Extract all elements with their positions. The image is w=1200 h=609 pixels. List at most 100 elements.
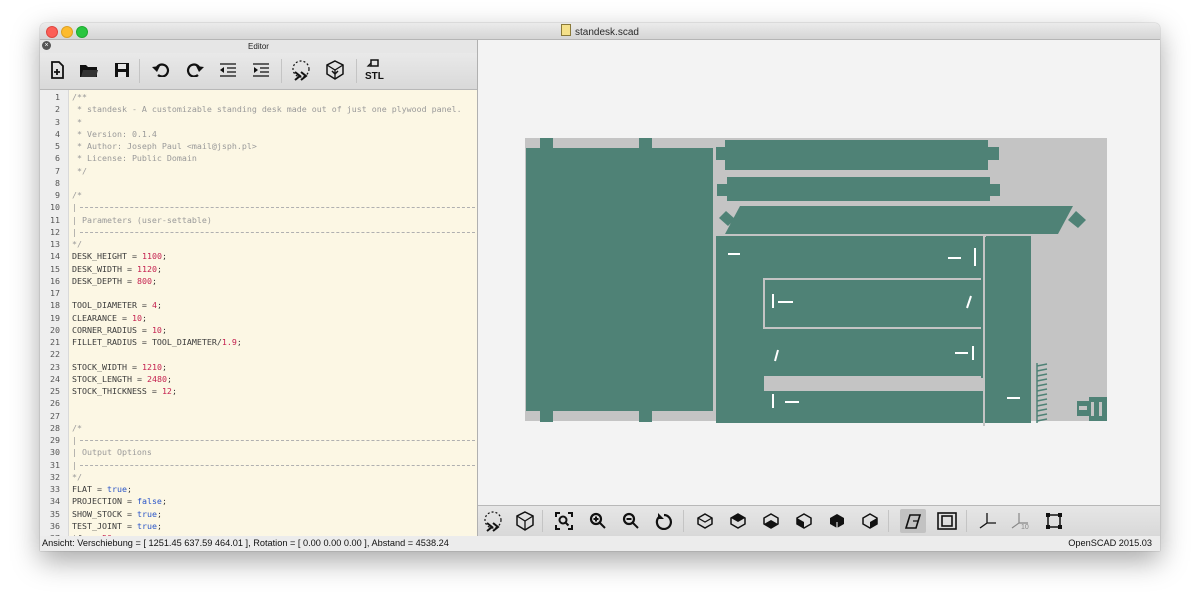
code-line[interactable]: 4 * Version: 0.1.4 <box>40 128 477 140</box>
code-line[interactable]: 7 */ <box>40 165 477 177</box>
code-line[interactable]: 17 <box>40 287 477 299</box>
code-line[interactable]: 3 * <box>40 116 477 128</box>
preview-icon[interactable] <box>480 509 506 533</box>
export-stl-icon[interactable]: STL <box>362 58 388 82</box>
line-number: 30 <box>50 447 60 458</box>
code-token: 10 <box>131 312 142 323</box>
code-line[interactable]: 13 */ <box>40 238 477 250</box>
code-line[interactable]: 20 CORNER_RADIUS = 10; <box>40 324 477 336</box>
code-line[interactable]: 29 | <box>40 434 477 446</box>
code-token: ; <box>141 312 147 323</box>
code-line[interactable]: 25 STOCK_THICKNESS = 12; <box>40 385 477 397</box>
code-line[interactable]: 24 STOCK_LENGTH = 2480; <box>40 373 477 385</box>
code-line[interactable]: 34 PROJECTION = false; <box>40 495 477 507</box>
preview-icon[interactable] <box>288 58 314 82</box>
document-icon <box>561 24 572 36</box>
code-text: | Parameters (user-settable) <box>72 214 212 226</box>
code-line[interactable]: 23 STOCK_WIDTH = 1210; <box>40 361 477 373</box>
code-line[interactable]: 16 DESK_DEPTH = 800; <box>40 275 477 287</box>
render-icon[interactable] <box>322 58 348 82</box>
3d-viewport[interactable] <box>478 40 1160 505</box>
render-icon[interactable] <box>512 509 538 533</box>
code-token: */ <box>72 165 87 176</box>
undo-icon[interactable] <box>148 58 174 82</box>
render-canvas[interactable] <box>478 40 1160 505</box>
code-line[interactable]: 5 * Author: Joseph Paul <mail@jsph.pl> <box>40 140 477 152</box>
code-line[interactable]: 22 <box>40 348 477 360</box>
code-editor[interactable]: 1/** 2 * standesk - A customizable standi… <box>40 90 477 536</box>
code-line[interactable]: 21 FILLET_RADIUS = TOOL_DIAMETER/1.9; <box>40 336 477 348</box>
code-line[interactable]: 9 /* <box>40 189 477 201</box>
code-line[interactable]: 33 FLAT = true; <box>40 483 477 495</box>
code-line[interactable]: 36 TEST_JOINT = true; <box>40 520 477 532</box>
line-number: 7 <box>55 165 60 176</box>
view-bottom-icon[interactable] <box>758 509 784 533</box>
orthogonal-icon[interactable] <box>934 509 960 533</box>
code-line[interactable]: 35 SHOW_STOCK = true; <box>40 508 477 520</box>
code-text: | <box>72 201 77 213</box>
code-line[interactable]: 2 * standesk - A customizable standing d… <box>40 103 477 115</box>
view-right-icon[interactable] <box>692 509 718 533</box>
toolbar-separator <box>356 59 357 83</box>
code-line[interactable]: 31 | <box>40 459 477 471</box>
code-token: = <box>121 263 137 274</box>
indent-icon[interactable] <box>248 58 274 82</box>
new-file-icon[interactable] <box>44 58 70 82</box>
code-line[interactable]: 10 | <box>40 201 477 213</box>
code-line[interactable]: 8 <box>40 177 477 189</box>
code-token: 1100 <box>141 251 162 262</box>
code-line[interactable]: 30 | Output Options <box>40 446 477 458</box>
view-all-icon[interactable] <box>551 509 577 533</box>
code-line[interactable]: 18 TOOL_DIAMETER = 4; <box>40 299 477 311</box>
save-icon[interactable] <box>109 58 135 82</box>
code-token: false <box>136 496 162 507</box>
code-line[interactable]: 11 | Parameters (user-settable) <box>40 214 477 226</box>
editor-panel: × Editor STL 1 /** 2 * standesk - A cust… <box>40 40 478 536</box>
code-line[interactable]: 27 <box>40 410 477 422</box>
code-line[interactable]: 12 | <box>40 226 477 238</box>
view-top-icon[interactable] <box>725 509 751 533</box>
leg-part-right <box>983 236 1031 423</box>
code-text: DESK_DEPTH = 800; <box>72 275 157 287</box>
scale-markers-icon[interactable]: 10 <box>1008 509 1034 533</box>
code-line[interactable]: 19 CLEARANCE = 10; <box>40 312 477 324</box>
code-token: 12 <box>161 386 172 396</box>
code-line[interactable]: 1 /** <box>40 91 477 103</box>
code-text: TEST_JOINT = true; <box>72 520 162 532</box>
code-line[interactable]: 26 <box>40 397 477 409</box>
code-token: true <box>106 484 127 494</box>
code-line[interactable]: 15 DESK_WIDTH = 1120; <box>40 263 477 275</box>
code-token: = <box>126 251 142 262</box>
code-line[interactable]: 32 */ <box>40 471 477 483</box>
code-token: ; <box>161 324 167 335</box>
code-token: */ <box>72 239 82 249</box>
view-left-icon[interactable] <box>791 509 817 533</box>
code-token: ; <box>151 275 157 286</box>
open-file-icon[interactable] <box>76 58 102 82</box>
desk-top-part <box>526 148 713 411</box>
code-text: PROJECTION = false; <box>72 495 167 507</box>
code-line[interactable]: 6 * License: Public Domain <box>40 152 477 164</box>
zoom-out-icon[interactable] <box>618 509 644 533</box>
view-front-icon[interactable] <box>824 509 850 533</box>
reset-view-icon[interactable] <box>651 509 677 533</box>
code-text: FLAT = true; <box>72 483 132 495</box>
unindent-icon[interactable] <box>215 58 241 82</box>
code-text: SHOW_STOCK = true; <box>72 508 162 520</box>
code-token: ; <box>126 484 132 494</box>
zoom-in-icon[interactable] <box>585 509 611 533</box>
code-text: */ <box>72 165 87 177</box>
view-back-icon[interactable] <box>857 509 883 533</box>
line-number: 28 <box>50 422 60 433</box>
perspective-icon[interactable] <box>900 509 926 533</box>
code-line[interactable]: 28 /* <box>40 422 477 434</box>
code-token: 1.9 <box>221 337 237 347</box>
axes-icon[interactable] <box>975 509 1001 533</box>
redo-icon[interactable] <box>182 58 208 82</box>
edges-icon[interactable] <box>1041 509 1067 533</box>
code-line[interactable]: 14 DESK_HEIGHT = 1100; <box>40 250 477 262</box>
line-number: 36 <box>50 520 60 531</box>
code-token: 1210 <box>141 361 162 372</box>
code-text: */ <box>72 471 82 483</box>
line-number: 35 <box>50 508 60 519</box>
